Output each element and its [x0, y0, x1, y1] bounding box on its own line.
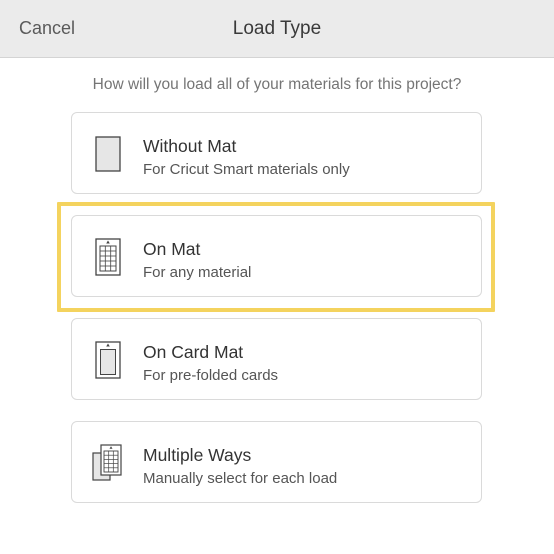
page-title: Load Type	[232, 18, 322, 39]
option-on-card-mat[interactable]: On Card Mat For pre-folded cards	[71, 318, 482, 400]
header-bar: Cancel Load Type	[0, 0, 554, 58]
option-label: On Mat	[143, 239, 201, 259]
cutting-mat-icon	[95, 238, 121, 276]
option-description: Manually select for each load	[143, 470, 338, 487]
option-description: For any material	[143, 264, 252, 281]
option-on-mat[interactable]: On Mat For any material	[71, 215, 482, 297]
option-multiple-ways[interactable]: Multiple Ways Manually select for each l…	[71, 421, 482, 503]
load-type-prompt: How will you load all of your materials …	[92, 76, 462, 93]
option-label: On Card Mat	[143, 342, 244, 362]
option-without-mat[interactable]: Without Mat For Cricut Smart materials o…	[71, 112, 482, 194]
multiple-mats-icon	[92, 444, 122, 481]
option-label: Without Mat	[143, 136, 237, 156]
blank-material-icon	[95, 136, 121, 172]
option-description: For pre-folded cards	[143, 367, 279, 384]
option-label: Multiple Ways	[143, 445, 252, 465]
option-description: For Cricut Smart materials only	[143, 161, 350, 178]
card-mat-icon	[95, 341, 121, 379]
